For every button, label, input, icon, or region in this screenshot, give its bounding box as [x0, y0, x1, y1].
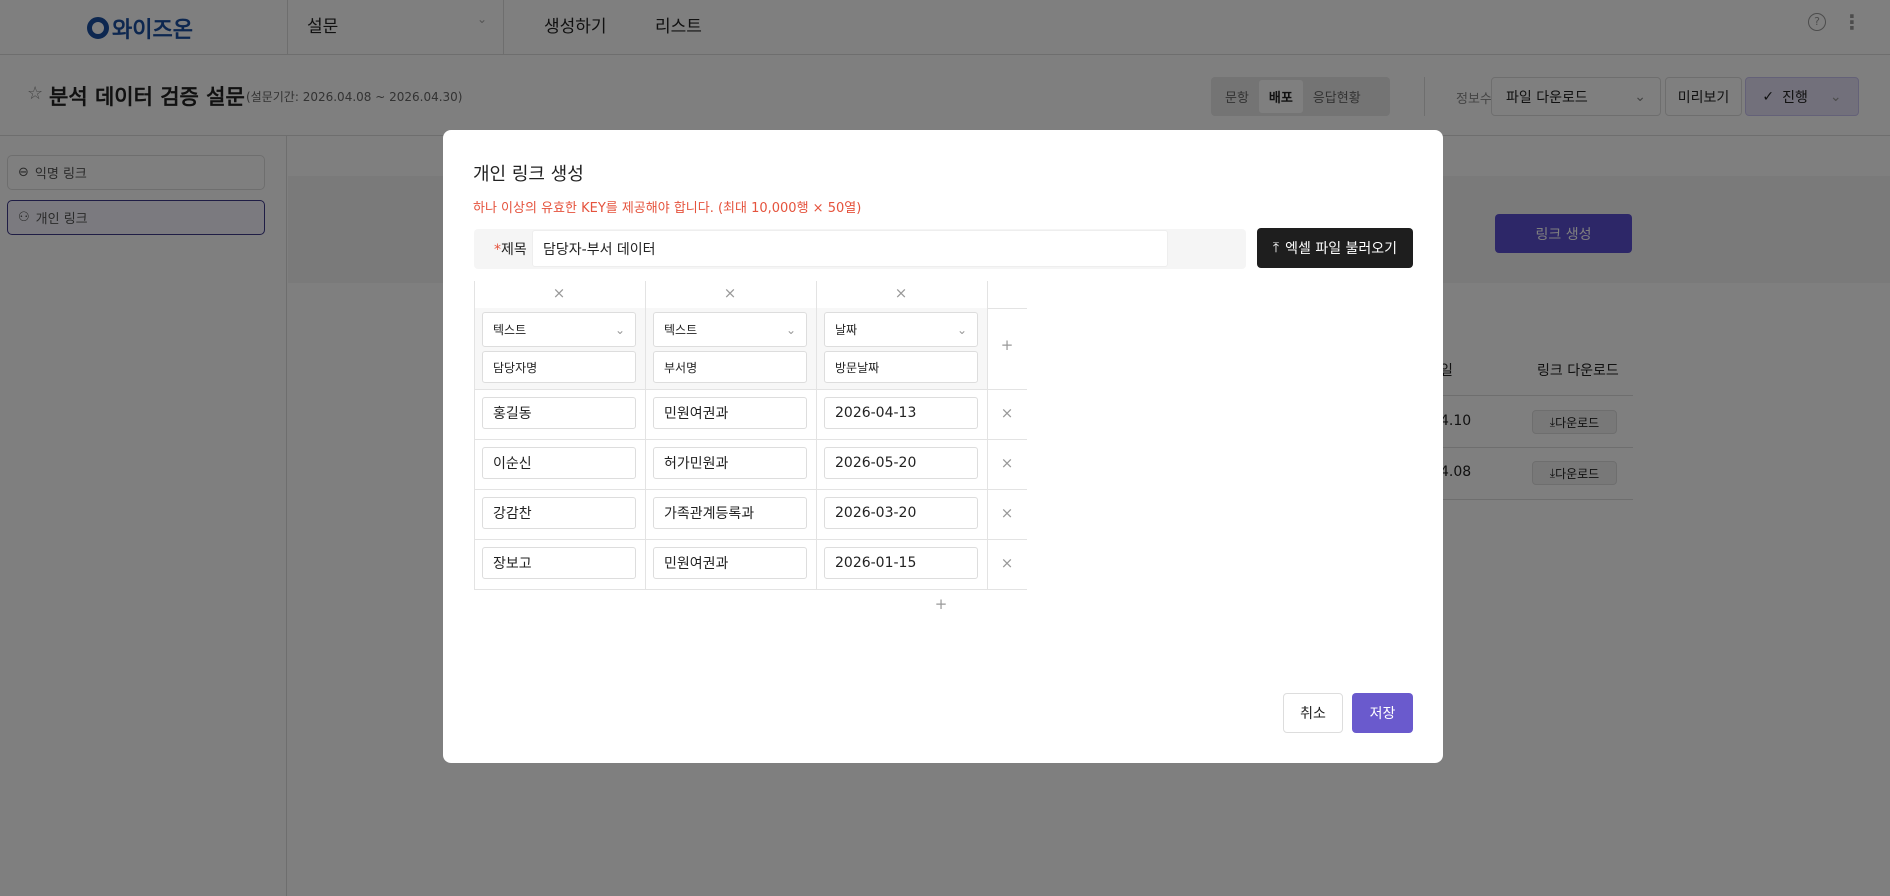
key-cell-input[interactable]: 2026-04-13 [824, 397, 978, 429]
remove-row-icon[interactable]: × [997, 504, 1017, 522]
column-type-select[interactable]: 텍스트 ⌄ [653, 312, 807, 347]
column-type-select[interactable]: 텍스트 ⌄ [482, 312, 636, 347]
remove-column-icon[interactable]: × [891, 284, 911, 302]
column-name-input[interactable]: 담당자명 [482, 351, 636, 383]
column-type-value: 날짜 [835, 323, 858, 337]
column-name-input[interactable]: 방문날짜 [824, 351, 978, 383]
key-cell-input[interactable]: 2026-01-15 [824, 547, 978, 579]
remove-column-icon[interactable]: × [549, 284, 569, 302]
column-type-select[interactable]: 날짜 ⌄ [824, 312, 978, 347]
key-cell-input[interactable]: 민원여권과 [653, 397, 807, 429]
divider [474, 489, 1027, 490]
add-column-icon[interactable]: + [997, 336, 1017, 354]
remove-row-icon[interactable]: × [997, 554, 1017, 572]
title-row: *제목 담당자-부서 데이터 [474, 229, 1246, 269]
remove-column-icon[interactable]: × [720, 284, 740, 302]
personal-link-modal: 개인 링크 생성 하나 이상의 유효한 KEY를 제공해야 합니다. (최대 1… [443, 130, 1443, 763]
divider [474, 389, 1027, 390]
key-cell-input[interactable]: 홍길동 [482, 397, 636, 429]
excel-import-button[interactable]: ⤒ 엑셀 파일 불러오기 [1257, 228, 1413, 268]
title-label: *제목 [494, 242, 527, 258]
key-cell-input[interactable]: 강감찬 [482, 497, 636, 529]
modal-warning: 하나 이상의 유효한 KEY를 제공해야 합니다. (최대 10,000행 × … [473, 201, 862, 216]
cancel-button[interactable]: 취소 [1283, 693, 1343, 733]
key-cell-input[interactable]: 허가민원과 [653, 447, 807, 479]
key-cell-input[interactable]: 2026-03-20 [824, 497, 978, 529]
save-button[interactable]: 저장 [1352, 693, 1413, 733]
modal-title: 개인 링크 생성 [473, 164, 584, 185]
chevron-down-icon: ⌄ [956, 322, 967, 337]
divider [645, 281, 646, 589]
upload-icon: ⤒ [1272, 240, 1280, 256]
key-cell-input[interactable]: 가족관계등록과 [653, 497, 807, 529]
remove-row-icon[interactable]: × [997, 454, 1017, 472]
key-grid: × 텍스트 ⌄ 담당자명 × 텍스트 ⌄ 부서명 × 날짜 ⌄ 방문날짜 + 홍길동 민원여권과 2026-0… [474, 281, 1034, 621]
chevron-down-icon: ⌄ [614, 322, 625, 337]
divider [987, 281, 988, 589]
divider [474, 439, 1027, 440]
column-type-value: 텍스트 [664, 323, 698, 337]
chevron-down-icon: ⌄ [785, 322, 796, 337]
column-type-value: 텍스트 [493, 323, 527, 337]
divider [816, 281, 817, 589]
add-row-icon[interactable]: + [931, 595, 951, 613]
key-cell-input[interactable]: 민원여권과 [653, 547, 807, 579]
remove-row-icon[interactable]: × [997, 404, 1017, 422]
excel-import-label: 엑셀 파일 불러오기 [1285, 241, 1398, 257]
divider [474, 539, 1027, 540]
key-cell-input[interactable]: 이순신 [482, 447, 636, 479]
key-cell-input[interactable]: 장보고 [482, 547, 636, 579]
title-label-text: 제목 [501, 242, 527, 258]
title-input[interactable]: 담당자-부서 데이터 [532, 230, 1168, 267]
key-cell-input[interactable]: 2026-05-20 [824, 447, 978, 479]
column-name-input[interactable]: 부서명 [653, 351, 807, 383]
divider [474, 281, 475, 589]
divider [474, 589, 1027, 590]
divider [987, 308, 1027, 309]
